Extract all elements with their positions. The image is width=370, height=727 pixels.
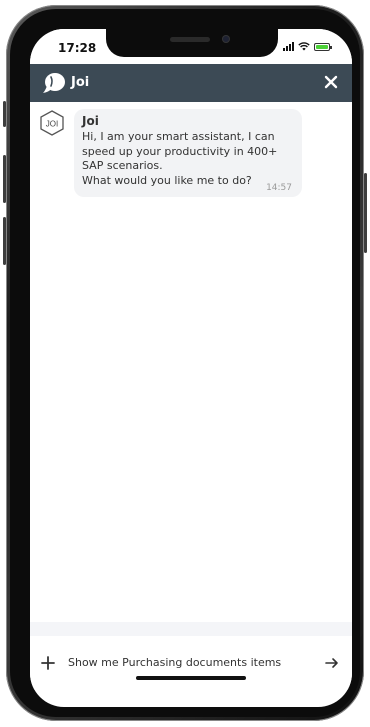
close-icon[interactable] (322, 73, 340, 91)
message-sender: Joi (82, 114, 99, 128)
avatar-label: JOI (46, 120, 58, 129)
chat-title: Joi (71, 75, 90, 90)
input-bar: Show me Purchasing documents items (30, 636, 352, 690)
message-line: What would you like me to do? (82, 173, 252, 187)
suggestion-chip[interactable]: Show me Purchasing documents items (68, 656, 281, 669)
home-indicator (136, 676, 246, 680)
volume-down-button (3, 217, 6, 265)
battery-level (316, 44, 328, 49)
volume-up-button (3, 155, 6, 203)
input-divider (30, 622, 352, 636)
front-camera (222, 35, 230, 43)
phone-screen: 17:28 Joi JOI Joi Hi, I am your smart as… (30, 29, 352, 707)
message-text: Hi, I am your smart assistant, I can spe… (82, 130, 294, 188)
message-line: Hi, I am your smart assistant, I can (82, 130, 275, 143)
chat-messages: JOI Joi Hi, I am your smart assistant, I… (30, 102, 352, 637)
chat-header: Joi (30, 64, 352, 102)
phone-frame: 17:28 Joi JOI Joi Hi, I am your smart as… (3, 5, 367, 721)
bot-avatar: JOI (39, 110, 65, 136)
chat-bubble-icon (42, 72, 66, 98)
message-line: speed up your productivity in 400+ (82, 144, 278, 158)
battery-icon (314, 42, 332, 51)
power-button (364, 173, 367, 253)
status-bar: 17:28 (30, 29, 352, 64)
status-time: 17:28 (58, 41, 97, 55)
notch (106, 29, 278, 57)
wifi-icon (298, 42, 310, 51)
message-line: SAP scenarios. (82, 159, 163, 172)
arrow-right-icon[interactable] (324, 655, 340, 671)
message-bubble: Joi Hi, I am your smart assistant, I can… (74, 109, 302, 197)
signal-icon (283, 42, 294, 51)
plus-icon[interactable] (40, 655, 56, 671)
status-icons (283, 42, 332, 51)
silent-switch (3, 101, 6, 127)
speaker-grille (170, 37, 210, 42)
message-time: 14:57 (266, 183, 292, 193)
